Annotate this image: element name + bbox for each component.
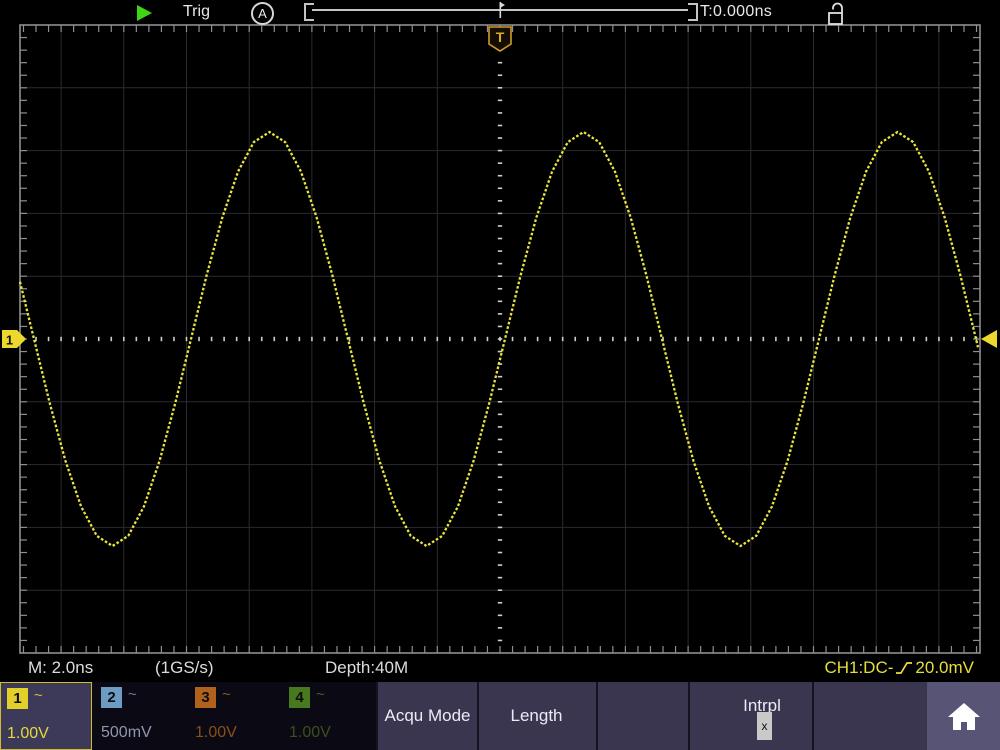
channel-4-number-badge: 4: [289, 687, 310, 708]
timebase-readout: M: 2.0ns: [28, 658, 93, 678]
position-marker-icon[interactable]: [494, 1, 508, 19]
channel-4-scale: 1.00V: [289, 724, 331, 742]
trigger-level-value: 20.0mV: [915, 658, 974, 678]
record-depth-readout: Depth:40M: [325, 658, 408, 678]
channel-4-coupling: ~: [316, 686, 325, 703]
unlock-icon[interactable]: [826, 2, 848, 26]
channel-2-scale: 500mV: [101, 724, 152, 742]
oscilloscope-screen: 1T Trig A T:0.000ns M: 2.0ns (1GS/s) Dep…: [0, 0, 1000, 750]
menu-separator: [688, 682, 690, 750]
channel-1-scale: 1.00V: [7, 725, 49, 743]
menu-item-acqu-mode[interactable]: Acqu Mode: [378, 682, 477, 750]
svg-text:1: 1: [6, 333, 13, 348]
auto-badge-letter: A: [258, 6, 267, 21]
channel-2-box[interactable]: 2 ~ 500mV: [95, 682, 187, 750]
bottom-menu-bar: 1 ~ 1.00V 2 ~ 500mV 3 ~ 1.00V 4 ~ 1.00V …: [0, 682, 1000, 750]
rising-edge-icon: [895, 660, 913, 677]
position-bar-left-bracket: [304, 3, 314, 21]
trigger-source-label: CH1:DC-: [824, 658, 893, 678]
intrpl-select-box[interactable]: x: [757, 712, 772, 740]
svg-text:T: T: [496, 29, 505, 45]
sample-rate-readout: (1GS/s): [155, 658, 214, 678]
position-bar-right-bracket: [688, 3, 698, 21]
channel-3-coupling: ~: [222, 686, 231, 703]
channel-1-box[interactable]: 1 ~ 1.00V: [0, 682, 92, 750]
graticule-display: 1T: [0, 0, 1000, 750]
trigger-readout: CH1:DC- 20.0mV: [824, 658, 974, 678]
trigger-level-arrow[interactable]: [981, 330, 997, 348]
horizontal-offset-readout: T:0.000ns: [700, 3, 772, 21]
channel-3-scale: 1.00V: [195, 724, 237, 742]
menu-separator: [596, 682, 598, 750]
trig-status-label: Trig: [183, 3, 210, 21]
run-play-icon: [137, 5, 152, 21]
home-icon: [947, 701, 981, 731]
home-button[interactable]: [927, 682, 1000, 750]
menu-item-length[interactable]: Length: [479, 682, 594, 750]
channel-4-box[interactable]: 4 ~ 1.00V: [283, 682, 375, 750]
channel-2-coupling: ~: [128, 686, 137, 703]
channel-3-number-badge: 3: [195, 687, 216, 708]
menu-item-intrpl[interactable]: Intrpl: [700, 682, 824, 716]
auto-trigger-icon: A: [251, 2, 274, 25]
top-bar: Trig A T:0.000ns: [0, 0, 1000, 25]
channel-1-number-badge: 1: [7, 688, 28, 709]
status-bar: M: 2.0ns (1GS/s) Depth:40M CH1:DC- 20.0m…: [0, 655, 1000, 682]
channel-3-box[interactable]: 3 ~ 1.00V: [189, 682, 281, 750]
channel-2-number-badge: 2: [101, 687, 122, 708]
channel-1-coupling: ~: [34, 687, 43, 704]
